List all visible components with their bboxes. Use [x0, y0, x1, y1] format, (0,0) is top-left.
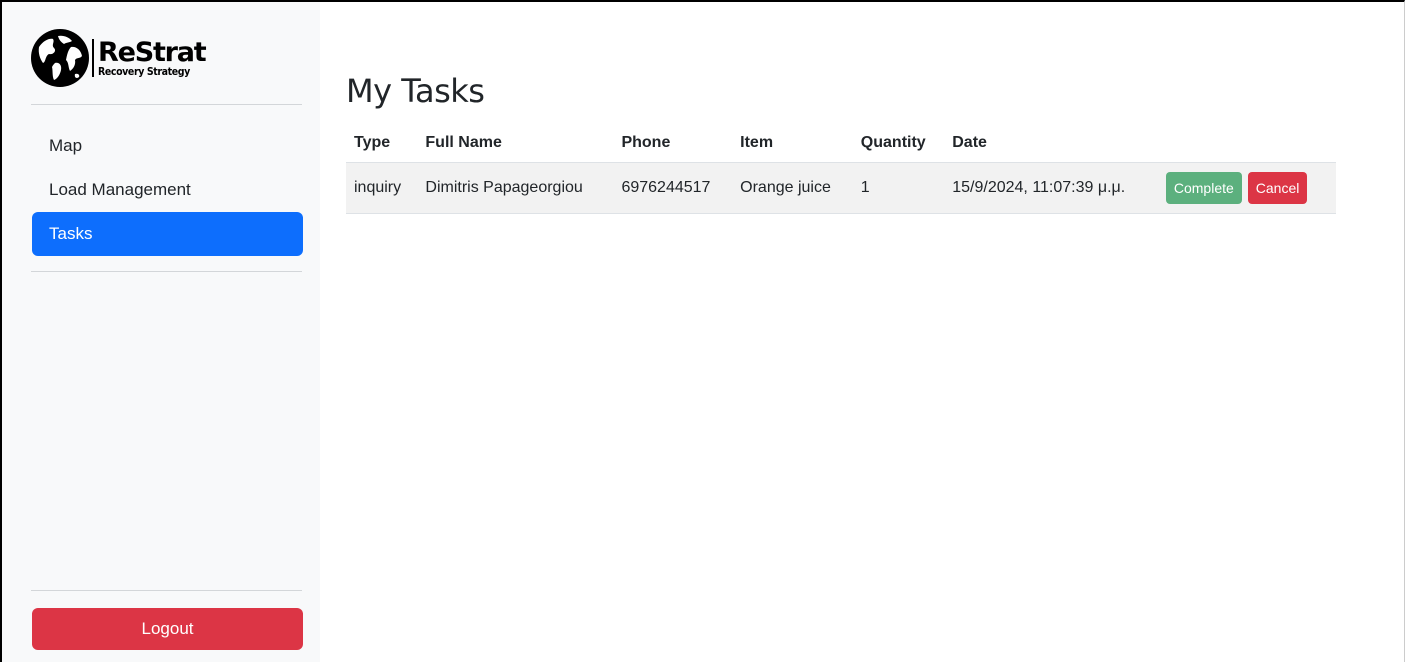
complete-button[interactable]: Complete — [1165, 171, 1242, 204]
sidebar-item-load-management[interactable]: Load Management — [32, 168, 303, 212]
brand-logo[interactable]: ReStrat Recovery Strategy — [31, 2, 303, 102]
sidebar: ReStrat Recovery Strategy Map Load Manag… — [2, 2, 320, 662]
tasks-table: Type Full Name Phone Item Quantity Date … — [346, 124, 1336, 214]
sidebar-divider-mid — [31, 271, 302, 272]
sidebar-divider-bottom — [31, 590, 302, 591]
cell-phone: 6976244517 — [613, 162, 733, 214]
header-full-name: Full Name — [417, 124, 614, 163]
sidebar-nav: Map Load Management Tasks — [32, 124, 303, 256]
sidebar-divider-top — [31, 104, 302, 105]
logout-button[interactable]: Logout — [32, 608, 303, 650]
cell-date: 15/9/2024, 11:07:39 μ.μ. — [944, 162, 1158, 214]
sidebar-item-map[interactable]: Map — [32, 124, 303, 168]
cell-actions: Complete Cancel — [1157, 162, 1336, 214]
table-header-row: Type Full Name Phone Item Quantity Date — [346, 124, 1336, 163]
table-row: inquiry Dimitris Papageorgiou 6976244517… — [346, 162, 1336, 214]
header-type: Type — [346, 124, 418, 163]
header-actions — [1157, 124, 1336, 163]
header-item: Item — [732, 124, 853, 163]
cell-item: Orange juice — [732, 162, 853, 214]
header-phone: Phone — [613, 124, 733, 163]
sidebar-item-tasks[interactable]: Tasks — [32, 212, 303, 256]
brand-subtitle: Recovery Strategy — [98, 65, 190, 78]
brand-title: ReStrat — [98, 36, 207, 68]
page-title: My Tasks — [346, 72, 485, 110]
brand-text: ReStrat Recovery Strategy — [92, 36, 207, 78]
cancel-button[interactable]: Cancel — [1247, 171, 1308, 204]
globe-icon — [31, 29, 89, 87]
app-window: ReStrat Recovery Strategy Map Load Manag… — [0, 0, 1405, 662]
header-date: Date — [944, 124, 1158, 163]
cell-quantity: 1 — [852, 162, 945, 214]
cell-type: inquiry — [346, 162, 418, 214]
main-content: My Tasks Type Full Name Phone Item Quant… — [320, 2, 1404, 662]
cell-full-name: Dimitris Papageorgiou — [417, 162, 614, 214]
header-quantity: Quantity — [852, 124, 945, 163]
